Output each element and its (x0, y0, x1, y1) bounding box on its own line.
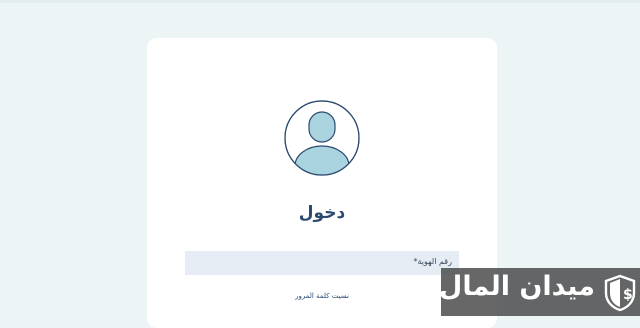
svg-text:$: $ (623, 287, 633, 303)
shield-dollar-icon: $ (604, 274, 636, 312)
id-number-label-text: رقم الهوية (417, 257, 452, 266)
page-title: دخول (298, 203, 346, 223)
watermark-logo: ميدان المال $ (438, 268, 640, 316)
user-avatar-icon (284, 100, 360, 176)
watermark-text: ميدان المال (438, 271, 595, 302)
top-border (0, 0, 640, 3)
id-number-label: رقم الهوية* (410, 257, 452, 266)
